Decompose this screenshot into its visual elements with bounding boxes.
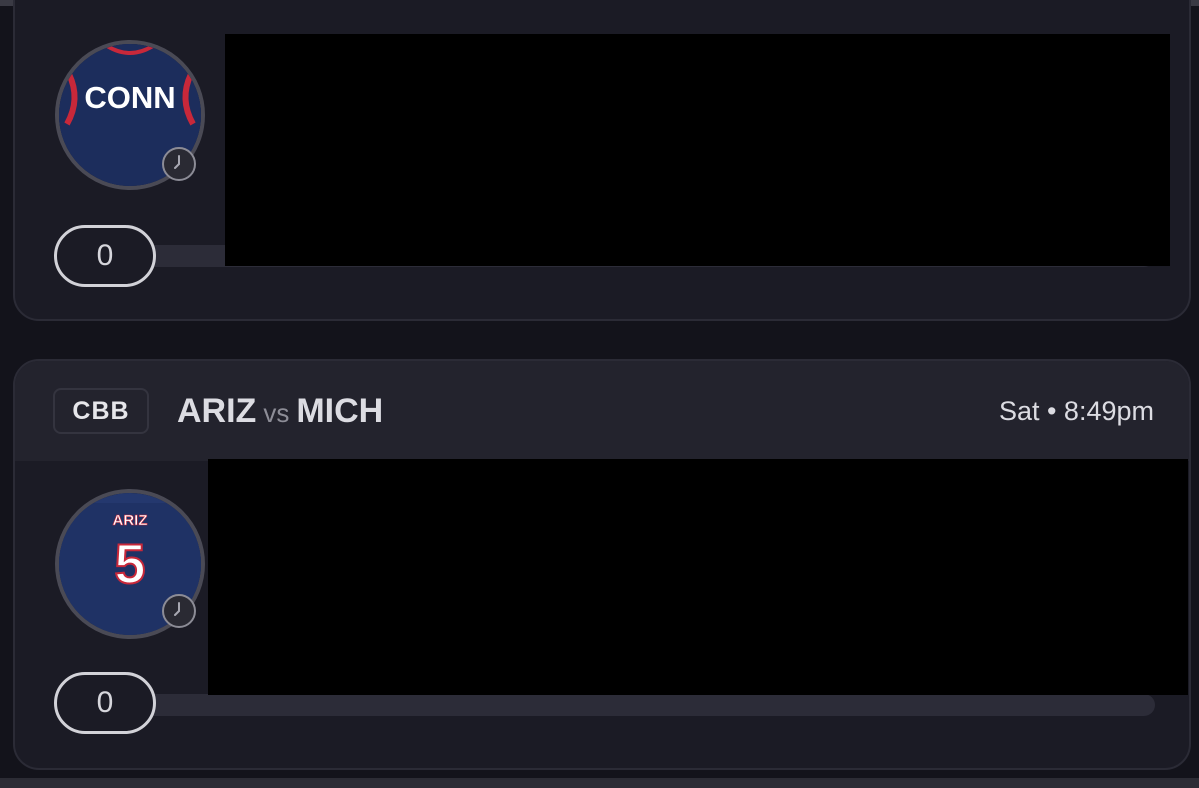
count-pill[interactable]: 0: [54, 672, 156, 734]
team-b: MICH: [296, 392, 384, 430]
progress-track: [115, 694, 1155, 716]
jersey-team-text: CONN: [84, 80, 175, 115]
redacted-region: [225, 34, 1170, 266]
matchup-title: ARIZ vs MICH: [177, 388, 383, 434]
game-header[interactable]: CBB ARIZ vs MICH Sat • 8:49pm: [15, 361, 1189, 461]
game-time: Sat • 8:49pm: [998, 396, 1154, 426]
pick-card-ariz-vs-mich[interactable]: CBB ARIZ vs MICH Sat • 8:49pm ARIZ 5 0: [13, 359, 1191, 770]
clock-icon: [162, 147, 196, 181]
redacted-region: [208, 459, 1188, 695]
team-a: ARIZ: [177, 392, 257, 430]
pick-card-conn[interactable]: CONN 0: [13, 0, 1191, 321]
count-pill[interactable]: 0: [54, 225, 156, 287]
jersey-team-text: ARIZ: [113, 512, 148, 529]
clock-icon: [162, 594, 196, 628]
bottom-divider: [0, 778, 1199, 788]
vs-label: vs: [263, 398, 290, 428]
league-badge: CBB: [53, 388, 149, 434]
jersey-number: 5: [114, 532, 145, 595]
